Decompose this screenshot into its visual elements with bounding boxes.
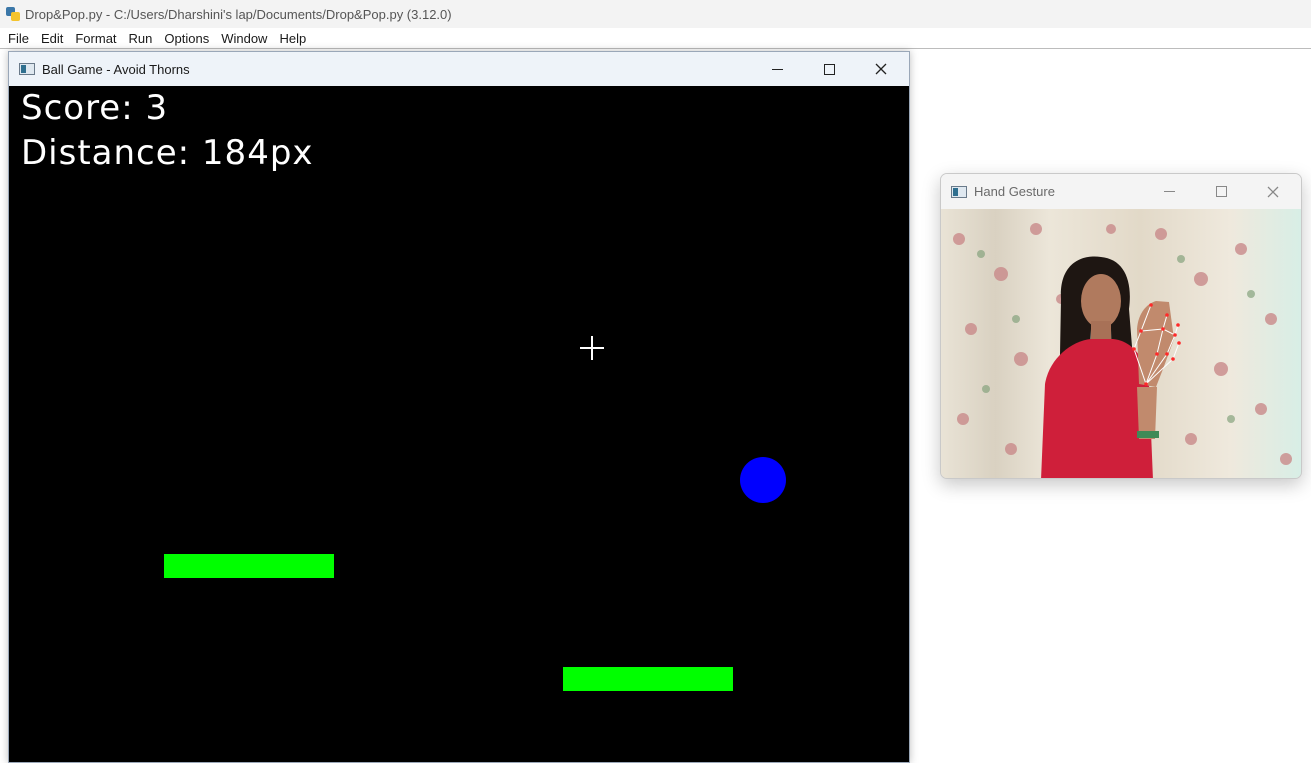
ball-game-window: Ball Game - Avoid Thorns Score: 3 Distan… [8, 51, 910, 763]
ball-game-title: Ball Game - Avoid Thorns [42, 61, 190, 77]
idle-menu-bar: File Edit Format Run Options Window Help [0, 28, 1311, 49]
idle-title-bar: Drop&Pop.py - C:/Users/Dharshini's lap/D… [0, 0, 1311, 28]
window-app-icon [951, 185, 967, 198]
maximize-icon[interactable] [803, 52, 855, 86]
webcam-image [941, 209, 1301, 478]
menu-window[interactable]: Window [215, 28, 273, 49]
hand-gesture-title-bar[interactable]: Hand Gesture [941, 174, 1301, 209]
close-icon[interactable] [855, 52, 907, 86]
ball-game-title-bar[interactable]: Ball Game - Avoid Thorns [9, 52, 909, 86]
maximize-icon[interactable] [1195, 174, 1247, 209]
close-icon[interactable] [1247, 174, 1299, 209]
webcam-feed [941, 209, 1301, 478]
ball [740, 457, 786, 503]
menu-format[interactable]: Format [69, 28, 122, 49]
platform [164, 554, 334, 578]
crosshair-cursor [580, 336, 604, 360]
platform [563, 667, 733, 691]
game-canvas[interactable]: Score: 3 Distance: 184px [9, 86, 909, 762]
distance-label: Distance: 184px [21, 133, 314, 173]
menu-options[interactable]: Options [158, 28, 215, 49]
minimize-icon[interactable] [751, 52, 803, 86]
menu-file[interactable]: File [2, 28, 35, 49]
menu-help[interactable]: Help [273, 28, 312, 49]
menu-edit[interactable]: Edit [35, 28, 69, 49]
score-label: Score: 3 [21, 88, 169, 128]
minimize-icon[interactable] [1143, 174, 1195, 209]
menu-run[interactable]: Run [123, 28, 159, 49]
python-icon [6, 7, 20, 21]
idle-window-title: Drop&Pop.py - C:/Users/Dharshini's lap/D… [25, 6, 452, 22]
window-app-icon [19, 63, 35, 75]
hand-gesture-window: Hand Gesture [940, 173, 1302, 479]
hand-gesture-title: Hand Gesture [974, 184, 1055, 199]
